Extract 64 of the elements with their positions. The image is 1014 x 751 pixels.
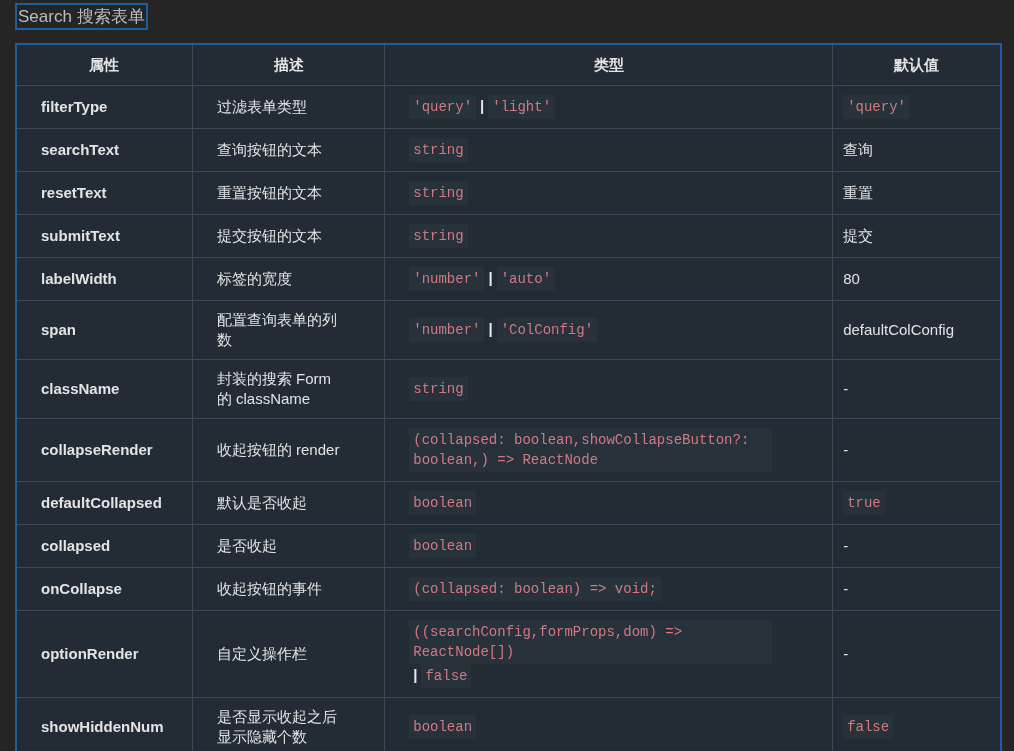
- cell-text: -: [843, 580, 849, 597]
- code-snippet: boolean: [409, 715, 477, 739]
- column-header: 属性: [16, 44, 193, 86]
- code-snippet: false: [843, 715, 894, 739]
- code-snippet: true: [843, 491, 885, 515]
- code-snippet: 'auto': [496, 267, 556, 291]
- code-snippet: boolean: [409, 534, 477, 558]
- property-name: showHiddenNum: [41, 718, 164, 735]
- separator-text: |: [480, 96, 485, 114]
- code-snippet: (collapsed: boolean) => void;: [409, 577, 661, 601]
- code-snippet: 'query': [409, 95, 477, 119]
- code-snippet: ((searchConfig,formProps,dom) => ReactNode[]): [409, 620, 773, 664]
- property-name: resetText: [41, 184, 107, 201]
- property-name: defaultCollapsed: [41, 494, 162, 511]
- cell-text: 80: [843, 270, 860, 287]
- column-header: 描述: [192, 44, 385, 86]
- cell-text: -: [843, 537, 849, 554]
- property-name: labelWidth: [41, 270, 117, 287]
- code-snippet: boolean: [409, 491, 477, 515]
- cell-text: -: [843, 380, 849, 397]
- cell-text: 重置: [843, 184, 874, 201]
- code-snippet: 'number': [409, 318, 485, 342]
- cell-text: defaultColConfig: [843, 321, 955, 338]
- column-header: 类型: [384, 44, 833, 86]
- separator-text: |: [413, 665, 418, 683]
- description-text: 默认是否收起: [216, 494, 307, 511]
- property-name: span: [41, 321, 76, 338]
- description-text: 查询按钮的文本: [216, 141, 322, 158]
- property-name: searchText: [41, 141, 120, 158]
- cell-text: 查询: [843, 141, 874, 158]
- property-name: submitText: [41, 227, 120, 244]
- description-text: 标签的宽度: [216, 270, 292, 287]
- code-snippet: (collapsed: boolean,showCollapseButton?: boolean,) => ReactNode: [409, 428, 773, 472]
- property-name: collapseRender: [41, 441, 153, 458]
- description-text: 配置查询表单的列数: [216, 311, 337, 348]
- description-text: 是否显示收起之后显示隐藏个数: [216, 708, 337, 745]
- code-snippet: false: [421, 664, 472, 688]
- code-snippet: 'query': [843, 95, 910, 119]
- separator-text: |: [488, 268, 493, 286]
- description-text: 封装的搜索 Form 的 className: [216, 370, 331, 407]
- code-snippet: string: [409, 181, 468, 205]
- description-text: 过滤表单类型: [216, 98, 307, 115]
- separator-text: |: [488, 319, 493, 337]
- code-snippet: 'number': [409, 267, 485, 291]
- property-name: onCollapse: [41, 580, 122, 597]
- code-snippet: string: [409, 377, 468, 401]
- property-name: optionRender: [41, 645, 139, 662]
- property-name: collapsed: [41, 537, 111, 554]
- cell-text: -: [843, 441, 849, 458]
- code-snippet: string: [409, 138, 468, 162]
- description-text: 自定义操作栏: [216, 645, 307, 662]
- page-heading: Search 搜索表单: [15, 3, 148, 30]
- property-name: filterType: [41, 98, 108, 115]
- description-text: 提交按钮的文本: [216, 227, 322, 244]
- description-text: 是否收起: [216, 537, 277, 554]
- code-snippet: 'ColConfig': [496, 318, 598, 342]
- cell-text: 提交: [843, 227, 874, 244]
- property-name: className: [41, 380, 120, 397]
- description-text: 重置按钮的文本: [216, 184, 322, 201]
- code-snippet: 'light': [488, 95, 556, 119]
- cell-text: -: [843, 645, 849, 662]
- description-text: 收起按钮的 render: [216, 441, 340, 458]
- description-text: 收起按钮的事件: [216, 580, 322, 597]
- code-snippet: string: [409, 224, 468, 248]
